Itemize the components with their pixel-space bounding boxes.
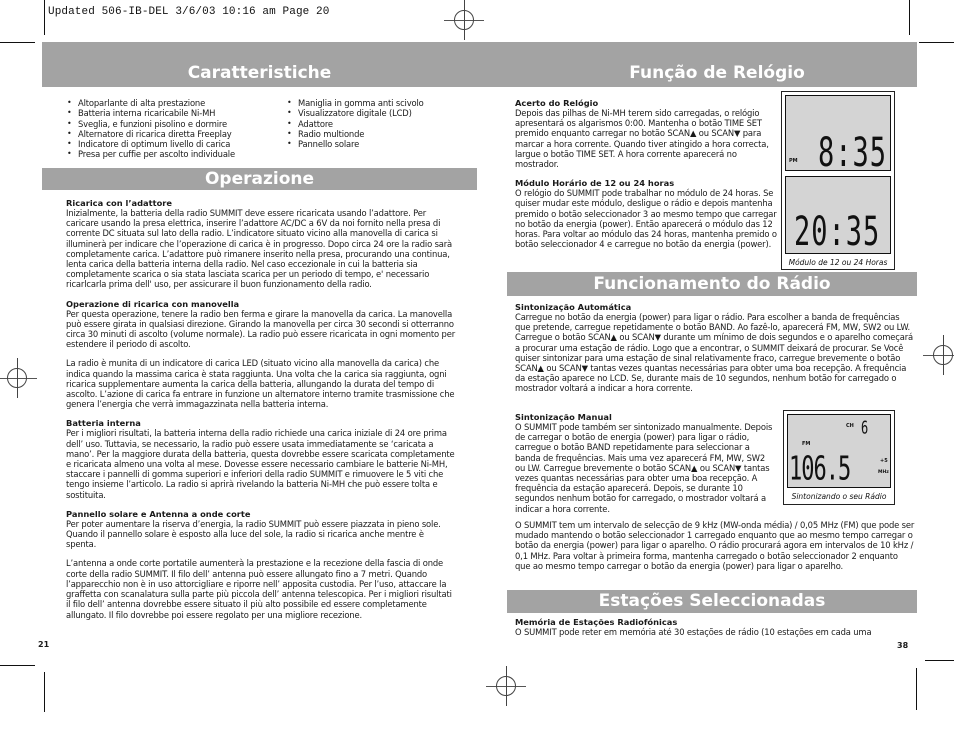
crop-mark — [0, 665, 35, 666]
clock-display-figure: PM 8:35 20:35 Módulo de 12 ou 24 Horas — [781, 91, 895, 270]
features-list-2: Maniglia in gomma anti scivolo Visualizz… — [286, 98, 424, 150]
crop-mark — [909, 0, 910, 35]
figure-caption: Sintonizando o seu Rádio — [791, 492, 887, 501]
paragraph: O SUMMIT pode reter em memória até 30 es… — [515, 627, 872, 637]
band-indicator: FM — [802, 441, 811, 447]
section-title: Estações Seleccionadas — [598, 591, 826, 611]
section-title: Funcionamento do Rádio — [593, 274, 831, 294]
subheading: Operazione di ricarica con manovella — [66, 298, 240, 309]
paragraph: L’antenna a onde corte portatile aumente… — [66, 558, 452, 620]
banner-funcao-relogio: Função de Relógio — [477, 42, 917, 87]
lcd-24h: 20:35 — [785, 176, 891, 256]
feature-item: Sveglia, e funzioni pisolino e dormire — [66, 119, 235, 130]
crop-mark — [0, 42, 35, 43]
banner-operazione: Operazione — [42, 168, 477, 190]
subheading: Ricarica con l’adattore — [66, 198, 172, 208]
subheading: Pannello solare e Antenna a onde corte — [66, 508, 251, 519]
paragraph: La radio è munita di un indicatore di ca… — [66, 358, 455, 410]
section-title: Operazione — [204, 169, 315, 189]
subheading: Batteria interna — [66, 418, 141, 429]
radio-content-auto: Sintonização Automática Carregue no botã… — [515, 302, 915, 403]
section-title: Caratteristiche — [187, 63, 332, 83]
feature-item: Altoparlante di alta prestazione — [66, 98, 235, 109]
unit-indicator: MHz — [878, 470, 889, 475]
presets-content: Memória de Estações Radiofónicas O SUMMI… — [515, 617, 915, 646]
paragraph: Inizialmente, la batteria della radio SU… — [66, 208, 453, 290]
ampm-indicator: PM — [789, 158, 798, 164]
radio-content-manual: Sintonização Manual O SUMMIT pode também… — [515, 412, 777, 523]
step-content: O SUMMIT tem um intervalo de selecção de… — [515, 520, 915, 580]
channel-label: CH — [846, 423, 854, 429]
paragraph: Depois das pilhas de Ni-MH terem sido ca… — [515, 108, 769, 170]
channel-number: 6 — [861, 417, 870, 438]
registration-mark — [486, 666, 526, 706]
feature-item: Presa per cuffie per ascolto individuale — [66, 149, 235, 160]
paragraph: Carregue no botão da energia (power) par… — [515, 312, 913, 394]
subheading: Acerto do Relógio — [515, 98, 599, 108]
feature-item: Visualizzatore digitale (LCD) — [286, 108, 424, 119]
paragraph: Per i migliori risultati, la batteria in… — [66, 428, 455, 500]
figure-caption: Módulo de 12 ou 24 Horas — [788, 258, 888, 267]
crop-mark — [919, 42, 954, 43]
time-24h: 20:35 — [794, 209, 881, 256]
crop-mark — [925, 660, 954, 661]
crop-mark — [44, 0, 45, 35]
registration-mark — [923, 335, 954, 375]
banner-funcionamento-radio: Funcionamento do Rádio — [507, 272, 917, 296]
crop-mark — [916, 668, 917, 710]
banner-estacoes-seleccionadas: Estações Seleccionadas — [507, 590, 917, 613]
radio-display-figure: CH 6 FM 106.5 +5 MHz Sintonizando o seu … — [783, 410, 895, 505]
feature-item: Batteria interna ricaricabile Ni-MH — [66, 108, 235, 119]
feature-item: Pannello solare — [286, 139, 424, 150]
subheading: Sintonização Manual — [515, 412, 612, 422]
paragraph: Per poter aumentare la riserva d’energia… — [66, 518, 441, 550]
clock-content: Acerto do Relógio Depois das pilhas de N… — [515, 98, 777, 258]
lcd-12h: PM 8:35 — [785, 95, 891, 177]
banner-caratteristiche: Caratteristiche — [42, 42, 477, 87]
page-number-left: 21 — [38, 640, 50, 649]
section-title: Função de Relógio — [629, 63, 805, 83]
time-12h: 8:35 — [818, 130, 888, 177]
paragraph: O SUMMIT tem um intervalo de selecção de… — [515, 520, 915, 571]
subheading: Módulo Horário de 12 ou 24 horas — [515, 178, 675, 189]
feature-item: Maniglia in gomma anti scivolo — [286, 98, 424, 109]
lcd-radio: CH 6 FM 106.5 +5 MHz — [787, 414, 891, 489]
print-slug: Updated 506-IB-DEL 3/6/03 10:16 am Page … — [48, 6, 330, 18]
paragraph: O relógio do SUMMIT pode trabalhar no mó… — [515, 188, 777, 250]
subheading: Sintonização Automática — [515, 302, 632, 312]
paragraph: O SUMMIT pode também ser sintonizado man… — [515, 422, 773, 514]
offset-indicator: +5 — [880, 458, 888, 464]
registration-mark — [444, 0, 484, 40]
features-list-1: Altoparlante di alta prestazione Batteri… — [66, 98, 235, 160]
feature-item: Alternatore di ricarica diretta Freeplay — [66, 129, 235, 140]
subheading: Memória de Estações Radiofónicas — [515, 617, 678, 627]
registration-mark — [0, 358, 37, 398]
page-number-right: 38 — [897, 641, 909, 650]
frequency-readout: 106.5 — [789, 451, 851, 489]
paragraph: Per questa operazione, tenere la radio b… — [66, 308, 455, 350]
feature-item: Indicatore di optimum livello di carica — [66, 139, 235, 150]
feature-item: Adattore — [286, 119, 424, 130]
feature-item: Radio multionde — [286, 129, 424, 140]
operation-content: Ricarica con l’adattore Inizialmente, la… — [66, 198, 456, 629]
crop-mark — [44, 672, 45, 712]
